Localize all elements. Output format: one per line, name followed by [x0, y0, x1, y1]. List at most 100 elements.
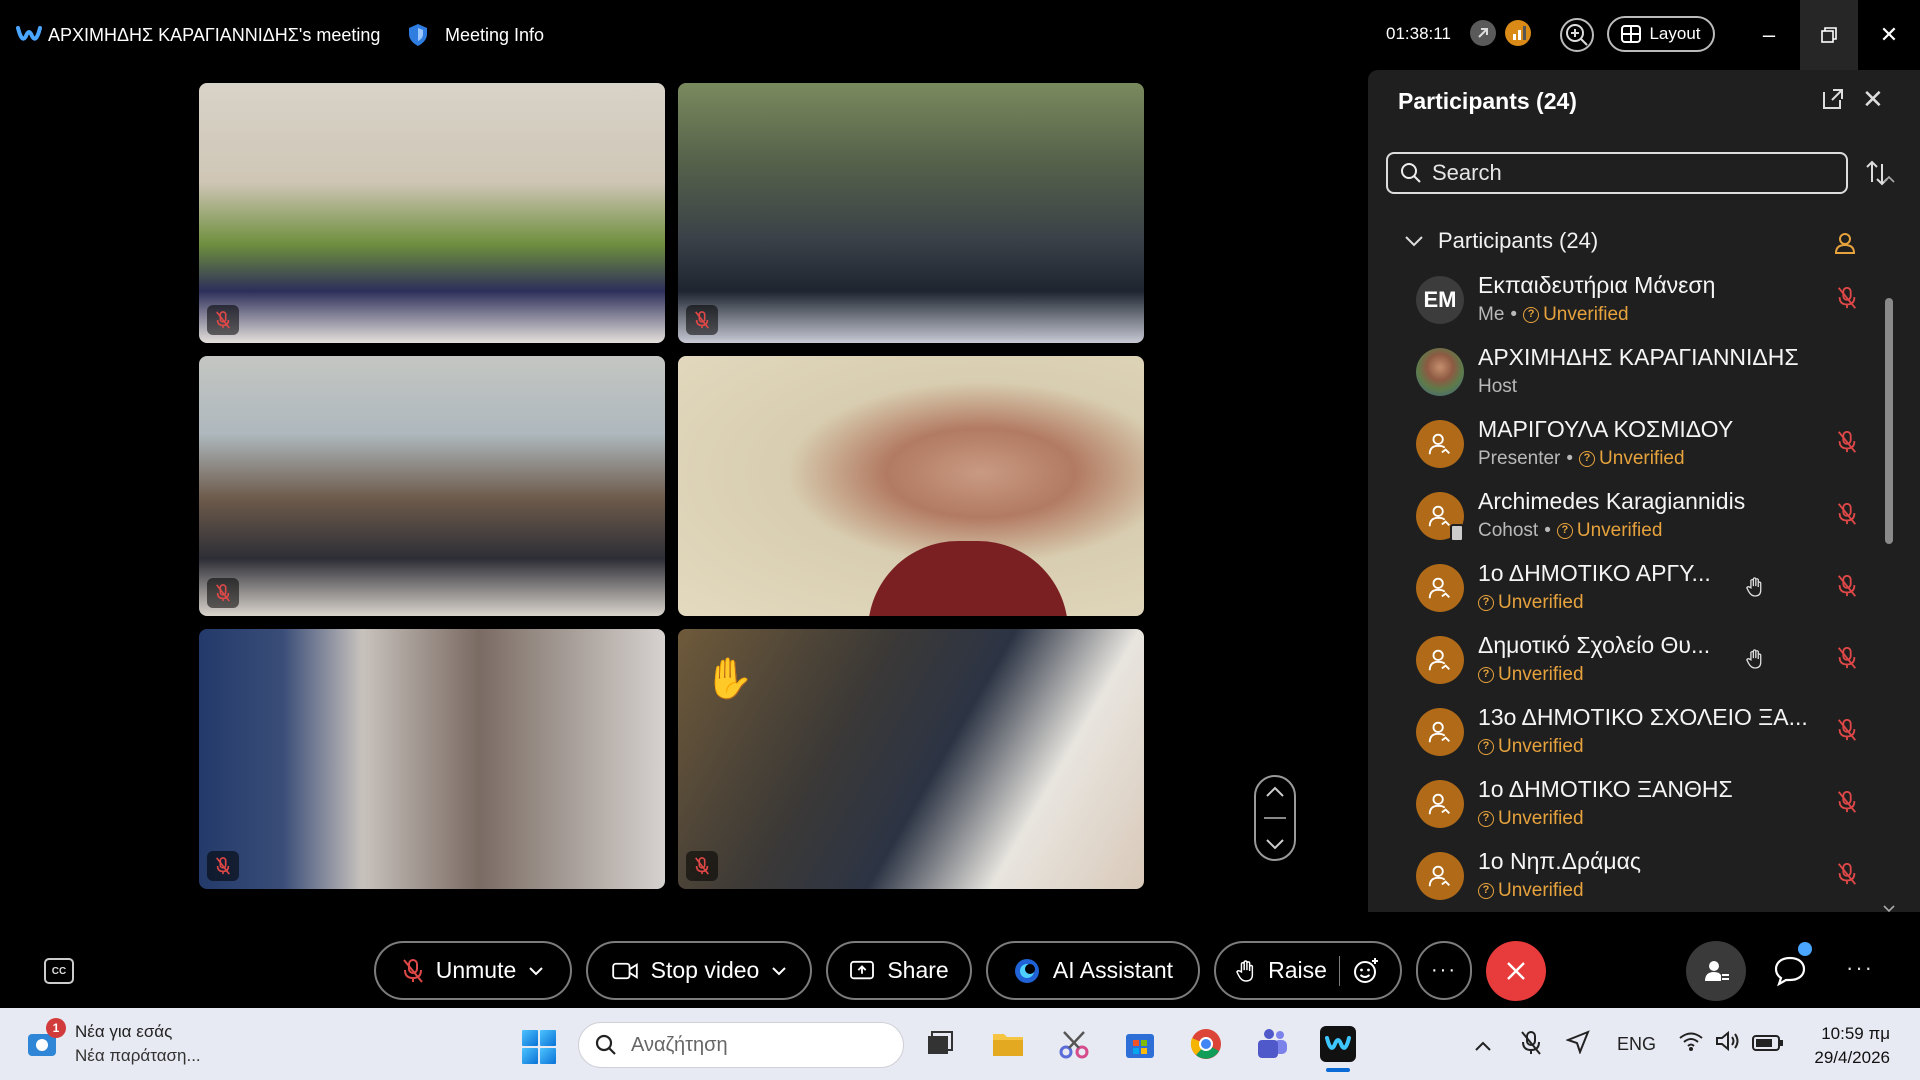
unmute-label: Unmute	[435, 957, 517, 983]
closed-captions-button[interactable]: CC	[44, 958, 74, 984]
mic-muted-icon[interactable]	[1836, 430, 1858, 454]
chevron-down-icon[interactable]	[528, 966, 544, 976]
zoom-in-icon[interactable]	[1560, 18, 1594, 52]
reactions-icon[interactable]	[1352, 957, 1380, 985]
volume-icon[interactable]	[1714, 1030, 1740, 1052]
participants-group-header[interactable]: Participants (24)	[1404, 228, 1598, 254]
ai-assistant-button[interactable]: AI Assistant	[986, 941, 1200, 1000]
chrome-icon[interactable]	[1188, 1026, 1224, 1062]
default-avatar-icon	[1416, 420, 1464, 468]
participant-search[interactable]	[1386, 152, 1848, 194]
video-tile-active-speaker[interactable]	[678, 356, 1144, 616]
windows-start-icon[interactable]	[522, 1030, 556, 1064]
language-indicator[interactable]: ENG	[1617, 1034, 1656, 1055]
participant-row[interactable]: 1ο Νηπ.Δράμας? Unverified	[1368, 842, 1890, 914]
status-label: Unverified	[1599, 448, 1685, 469]
layout-button[interactable]: Layout	[1607, 16, 1715, 52]
teams-icon[interactable]	[1254, 1026, 1290, 1062]
mic-muted-icon[interactable]	[1836, 790, 1858, 814]
taskbar-search-input[interactable]	[631, 1033, 871, 1057]
participant-row[interactable]: EM Εκπαιδευτήρια Μάνεση Me •? Unverified	[1368, 266, 1890, 338]
unverified-status[interactable]: ? Unverified	[1556, 520, 1662, 542]
video-tile-6[interactable]: ✋	[678, 629, 1144, 889]
unverified-status[interactable]: ? Unverified	[1478, 592, 1584, 614]
chevron-up-icon[interactable]	[1474, 1040, 1492, 1052]
minimize-button[interactable]: –	[1740, 0, 1798, 70]
meeting-info-link[interactable]: Meeting Info	[445, 25, 544, 46]
unmute-button[interactable]: Unmute	[374, 941, 572, 1000]
participant-row[interactable]: Δημοτικό Σχολείο Θυ...? Unverified	[1368, 626, 1890, 698]
avatar	[1416, 348, 1464, 396]
news-title[interactable]: Νέα για εσάς	[75, 1022, 172, 1042]
mic-muted-icon[interactable]	[1836, 646, 1858, 670]
participant-row[interactable]: ΜΑΡΙΓΟΥΛΑ ΚΟΣΜΙΔΟΥ Presenter •? Unverified	[1368, 410, 1890, 482]
muted-mic-icon	[207, 851, 239, 881]
search-input[interactable]	[1432, 160, 1832, 186]
news-subtitle[interactable]: Νέα παράταση...	[75, 1046, 201, 1066]
scrollbar-thumb[interactable]	[1885, 298, 1893, 544]
mic-muted-icon[interactable]	[1836, 862, 1858, 886]
task-view-icon[interactable]	[922, 1026, 958, 1062]
taskbar-search[interactable]	[578, 1022, 904, 1068]
leave-meeting-button[interactable]	[1486, 941, 1546, 1001]
unverified-status[interactable]: ? Unverified	[1478, 736, 1584, 758]
mic-muted-icon[interactable]	[1836, 574, 1858, 598]
video-tile-2[interactable]	[678, 83, 1144, 343]
lobby-person-icon[interactable]	[1832, 230, 1858, 256]
webex-taskbar-icon[interactable]	[1320, 1026, 1356, 1072]
video-grid-pager[interactable]	[1254, 775, 1296, 861]
file-explorer-icon[interactable]	[990, 1026, 1026, 1062]
chat-icon[interactable]	[1770, 950, 1810, 990]
shield-icon[interactable]	[406, 22, 430, 48]
participant-subtitle: ? Unverified	[1478, 808, 1584, 830]
battery-icon[interactable]	[1752, 1034, 1784, 1052]
popout-icon[interactable]	[1820, 86, 1846, 112]
close-panel-button[interactable]: ✕	[1862, 84, 1884, 115]
participant-subtitle: Cohost •? Unverified	[1478, 520, 1662, 542]
unverified-status[interactable]: ? Unverified	[1478, 880, 1584, 902]
microsoft-store-icon[interactable]	[1122, 1026, 1158, 1062]
scroll-down-icon[interactable]	[1882, 904, 1896, 914]
mic-muted-tray-icon[interactable]	[1520, 1030, 1542, 1056]
chevron-down-icon[interactable]	[1265, 838, 1285, 850]
unverified-status[interactable]: ? Unverified	[1523, 304, 1629, 326]
meeting-title: ΑΡΧΙΜΗΔΗΣ ΚΑΡΑΓΙΑΝΝΙΔΗΣ's meeting	[48, 25, 381, 45]
raise-hand-button[interactable]: Raise	[1214, 941, 1402, 1000]
video-tile-3[interactable]	[199, 356, 665, 616]
unverified-status[interactable]: ? Unverified	[1579, 448, 1685, 470]
video-tile-1[interactable]	[199, 83, 665, 343]
participant-row[interactable]: 1ο ΔΗΜΟΤΙΚΟ ΞΑΝΘΗΣ? Unverified	[1368, 770, 1890, 842]
raised-hand-icon[interactable]	[1746, 576, 1766, 598]
raise-label: Raise	[1268, 957, 1327, 983]
wifi-icon[interactable]	[1678, 1030, 1704, 1052]
more-menu-icon[interactable]: ···	[1846, 955, 1874, 981]
participant-name: Archimedes Karagiannidis	[1478, 488, 1746, 514]
system-clock[interactable]: 10:59 πμ 29/4/2026	[1806, 1022, 1890, 1070]
network-quality-icon[interactable]	[1505, 20, 1531, 46]
snipping-tool-icon[interactable]	[1056, 1026, 1092, 1062]
chevron-up-icon[interactable]	[1265, 786, 1285, 798]
restore-button[interactable]	[1800, 0, 1858, 70]
raised-hand-icon[interactable]	[1746, 648, 1766, 670]
participant-row[interactable]: 13ο ΔΗΜΟΤΙΚΟ ΣΧΟΛΕΙΟ ΞΑ...? Unverified	[1368, 698, 1890, 770]
panel-scrollbar[interactable]	[1882, 174, 1896, 914]
connection-status-icon[interactable]	[1470, 20, 1496, 46]
mic-muted-icon[interactable]	[1836, 718, 1858, 742]
stop-video-button[interactable]: Stop video	[586, 941, 812, 1000]
mic-muted-icon[interactable]	[1836, 502, 1858, 526]
mic-muted-icon[interactable]	[1836, 286, 1858, 310]
unverified-status[interactable]: ? Unverified	[1478, 664, 1584, 686]
location-icon[interactable]	[1566, 1030, 1590, 1054]
chevron-down-icon[interactable]	[771, 966, 787, 976]
close-window-button[interactable]: ✕	[1860, 0, 1918, 70]
scroll-up-icon[interactable]	[1882, 174, 1896, 184]
participants-toggle-button[interactable]	[1686, 941, 1746, 1001]
more-options-button[interactable]: ···	[1416, 941, 1472, 1000]
question-icon: ?	[1556, 523, 1573, 539]
participant-row[interactable]: Archimedes Karagiannidis Cohost •? Unverifi…	[1368, 482, 1890, 554]
participant-row[interactable]: 1ο ΔΗΜΟΤΙΚΟ ΑΡΓΥ...? Unverified	[1368, 554, 1890, 626]
unverified-status[interactable]: ? Unverified	[1478, 808, 1584, 830]
participant-row[interactable]: ΑΡΧΙΜΗΔΗΣ ΚΑΡΑΓΙΑΝΝΙΔΗΣ Host	[1368, 338, 1890, 410]
video-tile-5[interactable]	[199, 629, 665, 889]
share-button[interactable]: Share	[826, 941, 972, 1000]
